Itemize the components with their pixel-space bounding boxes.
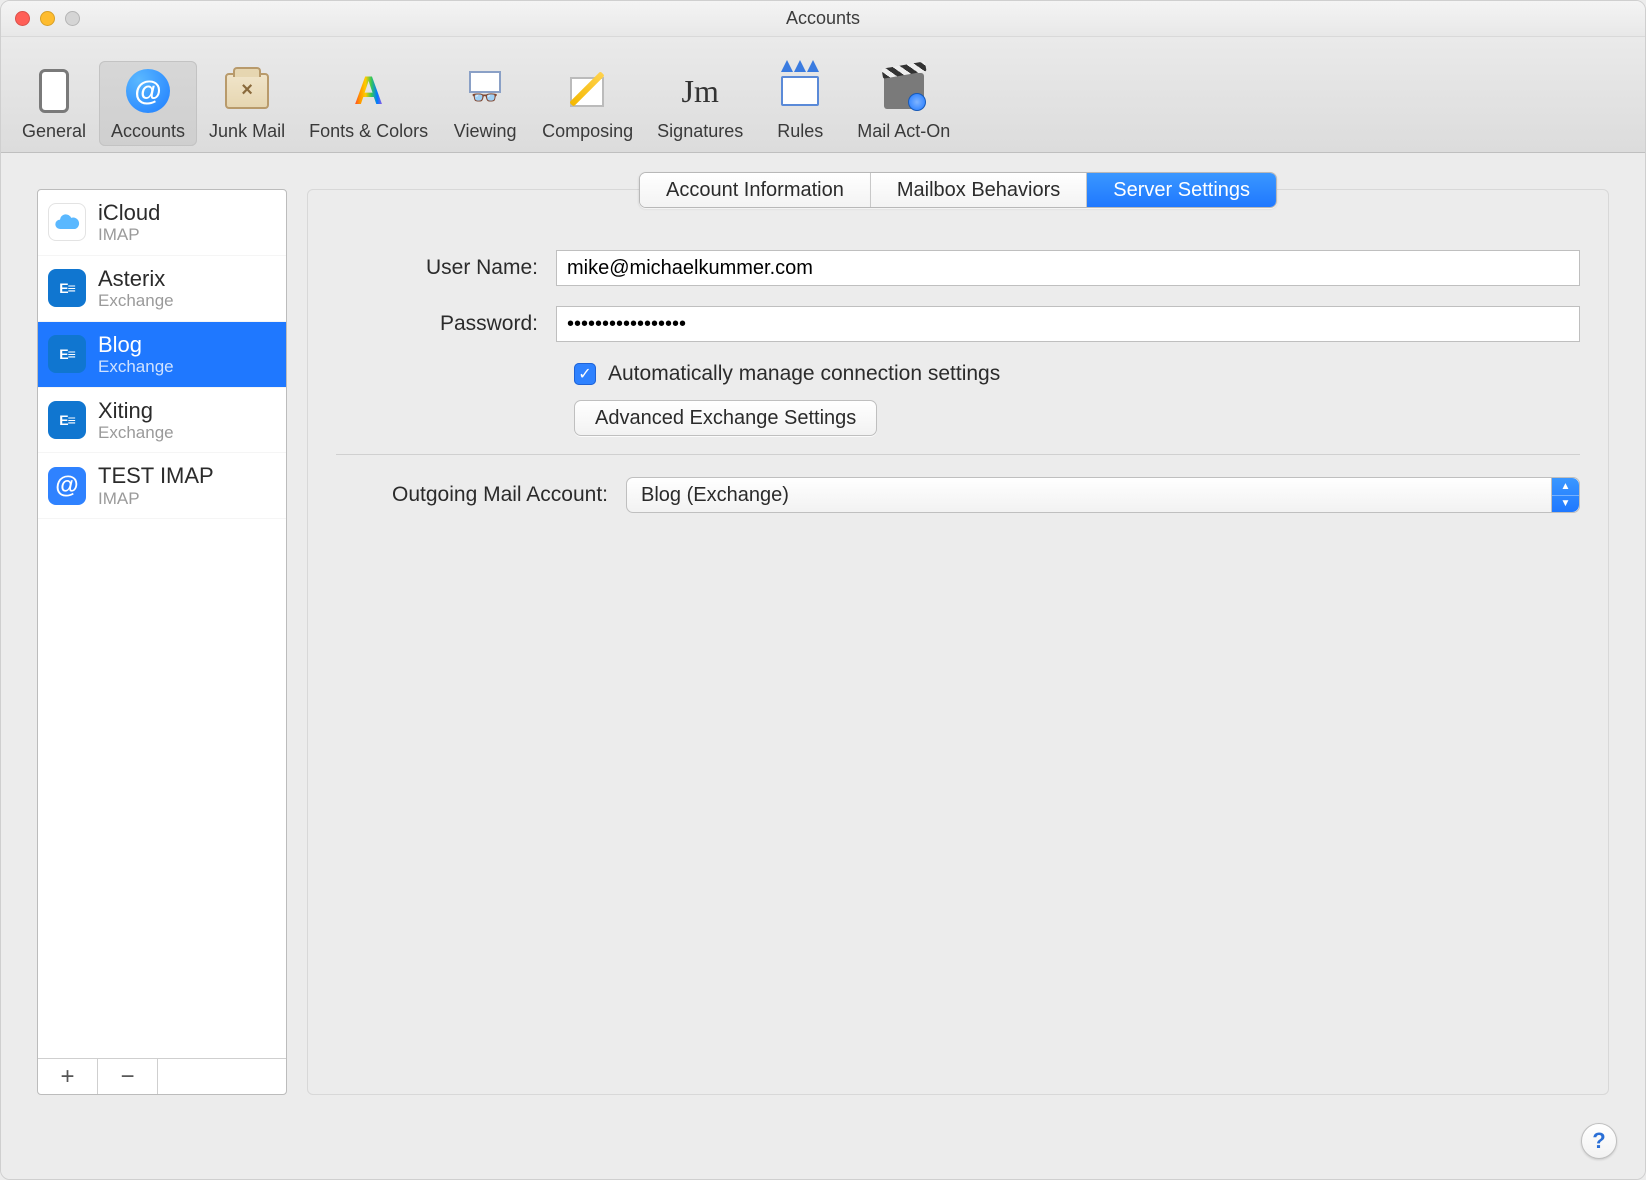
toolbar-signatures[interactable]: Jm Signatures [645, 61, 755, 146]
general-icon [30, 67, 78, 115]
add-account-button[interactable]: + [38, 1059, 98, 1094]
auto-manage-row[interactable]: ✓ Automatically manage connection settin… [574, 362, 1580, 386]
signatures-icon: Jm [676, 67, 724, 115]
titlebar: Accounts [1, 1, 1645, 37]
account-name: Xiting [98, 398, 174, 423]
toolbar-mail-act-on[interactable]: Mail Act-On [845, 61, 962, 146]
preferences-toolbar: General @ Accounts Junk Mail A Fonts & C… [1, 37, 1645, 153]
toolbar-label: Composing [542, 121, 633, 142]
auto-manage-checkbox[interactable]: ✓ [574, 363, 596, 385]
username-row: User Name: [336, 250, 1580, 286]
preferences-window: Accounts General @ Accounts Junk Mail A … [0, 0, 1646, 1180]
account-text: AsterixExchange [98, 266, 174, 311]
account-text: XitingExchange [98, 398, 174, 443]
remove-account-button[interactable]: − [98, 1059, 158, 1094]
username-input[interactable] [556, 250, 1580, 286]
account-item-asterix[interactable]: E≡ AsterixExchange [38, 256, 286, 322]
exchange-icon: E≡ [48, 401, 86, 439]
password-row: Password: [336, 306, 1580, 342]
sidebar-footer-spacer [158, 1059, 286, 1094]
account-type: Exchange [98, 357, 174, 377]
close-window-button[interactable] [15, 11, 30, 26]
tab-server-settings[interactable]: Server Settings [1087, 173, 1276, 207]
account-name: Asterix [98, 266, 174, 291]
minimize-window-button[interactable] [40, 11, 55, 26]
composing-icon [564, 67, 612, 115]
server-settings-form: User Name: Password: ✓ Automatically man… [336, 250, 1580, 513]
select-stepper-icon: ▲▼ [1551, 478, 1579, 512]
password-label: Password: [336, 312, 556, 336]
toolbar-label: Rules [777, 121, 823, 142]
outgoing-row: Outgoing Mail Account: Blog (Exchange) ▲… [336, 477, 1580, 513]
password-input[interactable] [556, 306, 1580, 342]
tab-account-information[interactable]: Account Information [640, 173, 871, 207]
account-text: iCloudIMAP [98, 200, 160, 245]
account-item-blog[interactable]: E≡ BlogExchange [38, 322, 286, 388]
toolbar-label: Mail Act-On [857, 121, 950, 142]
window-title: Accounts [1, 8, 1645, 29]
account-name: Blog [98, 332, 174, 357]
toolbar-label: General [22, 121, 86, 142]
account-name: TEST IMAP [98, 463, 214, 488]
toolbar-accounts[interactable]: @ Accounts [99, 61, 197, 146]
sidebar-footer: + − [38, 1058, 286, 1094]
outgoing-account-select[interactable]: Blog (Exchange) ▲▼ [626, 477, 1580, 513]
content-area: iCloudIMAPE≡AsterixExchangeE≡BlogExchang… [1, 153, 1645, 1179]
outgoing-label: Outgoing Mail Account: [336, 483, 626, 507]
account-item-xiting[interactable]: E≡ XitingExchange [38, 388, 286, 454]
outgoing-account-value: Blog (Exchange) [641, 484, 789, 507]
toolbar-label: Accounts [111, 121, 185, 142]
tab-mailbox-behaviors[interactable]: Mailbox Behaviors [871, 173, 1087, 207]
account-item-test-imap[interactable]: @ TEST IMAPIMAP [38, 453, 286, 519]
advanced-exchange-settings-button[interactable]: Advanced Exchange Settings [574, 400, 877, 436]
account-text: BlogExchange [98, 332, 174, 377]
account-type: IMAP [98, 489, 214, 509]
toolbar-label: Junk Mail [209, 121, 285, 142]
icloud-icon [48, 203, 86, 241]
toolbar-general[interactable]: General [9, 61, 99, 146]
account-type: Exchange [98, 291, 174, 311]
section-divider [336, 454, 1580, 455]
junk-mail-icon [223, 67, 271, 115]
accounts-list: iCloudIMAPE≡AsterixExchangeE≡BlogExchang… [38, 190, 286, 1058]
toolbar-viewing[interactable]: 👓 Viewing [440, 61, 530, 146]
account-type: Exchange [98, 423, 174, 443]
username-label: User Name: [336, 256, 556, 280]
toolbar-label: Fonts & Colors [309, 121, 428, 142]
account-text: TEST IMAPIMAP [98, 463, 214, 508]
account-detail-panel: Account Information Mailbox Behaviors Se… [307, 189, 1609, 1095]
accounts-sidebar: iCloudIMAPE≡AsterixExchangeE≡BlogExchang… [37, 189, 287, 1095]
account-item-icloud[interactable]: iCloudIMAP [38, 190, 286, 256]
accounts-icon: @ [124, 67, 172, 115]
toolbar-rules[interactable]: Rules [755, 61, 845, 146]
account-tabs: Account Information Mailbox Behaviors Se… [639, 172, 1277, 208]
exchange-icon: E≡ [48, 269, 86, 307]
zoom-window-button[interactable] [65, 11, 80, 26]
window-controls [1, 11, 80, 26]
at-icon: @ [48, 467, 86, 505]
account-type: IMAP [98, 225, 160, 245]
viewing-icon: 👓 [461, 67, 509, 115]
auto-manage-label: Automatically manage connection settings [608, 362, 1000, 386]
fonts-colors-icon: A [345, 67, 393, 115]
account-name: iCloud [98, 200, 160, 225]
toolbar-fonts-colors[interactable]: A Fonts & Colors [297, 61, 440, 146]
toolbar-junk-mail[interactable]: Junk Mail [197, 61, 297, 146]
toolbar-composing[interactable]: Composing [530, 61, 645, 146]
help-button[interactable]: ? [1581, 1123, 1617, 1159]
toolbar-label: Viewing [454, 121, 517, 142]
rules-icon [776, 67, 824, 115]
toolbar-label: Signatures [657, 121, 743, 142]
mail-act-on-icon [880, 67, 928, 115]
exchange-icon: E≡ [48, 335, 86, 373]
